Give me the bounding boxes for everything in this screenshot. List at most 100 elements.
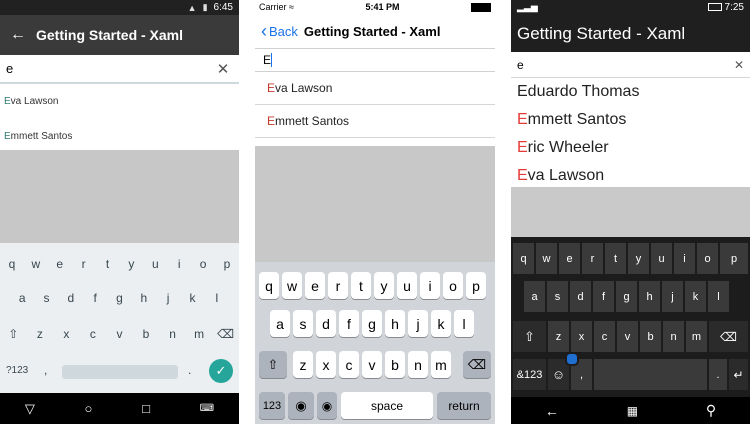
key-p[interactable]: p (217, 257, 237, 271)
key-v[interactable]: v (617, 321, 638, 352)
key-e[interactable]: e (559, 243, 580, 274)
space-key[interactable] (594, 359, 707, 390)
key-d[interactable]: d (61, 291, 81, 305)
space-key[interactable] (62, 365, 178, 379)
key-a[interactable]: a (524, 281, 545, 312)
key-z[interactable]: z (30, 327, 50, 341)
space-key[interactable]: space (341, 392, 433, 419)
key-t[interactable]: t (605, 243, 626, 274)
key-h[interactable]: h (639, 281, 660, 312)
key-m[interactable]: m (686, 321, 707, 352)
key-comma[interactable]: , (44, 363, 47, 377)
key-l[interactable]: l (454, 310, 474, 337)
clear-icon[interactable]: ✕ (734, 58, 744, 72)
back-arrow-icon[interactable]: ← (0, 26, 36, 44)
key-l[interactable]: l (708, 281, 729, 312)
ios-search-input[interactable]: E (255, 49, 495, 72)
key-l[interactable]: l (207, 291, 227, 305)
key-q[interactable]: q (259, 272, 279, 299)
key-u[interactable]: u (651, 243, 672, 274)
key-n[interactable]: n (408, 351, 428, 378)
key-k[interactable]: k (685, 281, 706, 312)
key-f[interactable]: f (85, 291, 105, 305)
key-s[interactable]: s (547, 281, 568, 312)
list-item[interactable]: Emmett Santos (255, 105, 495, 138)
key-c[interactable]: c (594, 321, 615, 352)
key-e[interactable]: e (50, 257, 70, 271)
keyboard-icon[interactable]: ⌨ (200, 403, 214, 414)
key-v[interactable]: v (109, 327, 129, 341)
enter-check-icon[interactable]: ✓ (209, 359, 233, 383)
key-y[interactable]: y (374, 272, 394, 299)
key-i[interactable]: i (674, 243, 695, 274)
key-o[interactable]: o (443, 272, 463, 299)
key-r[interactable]: r (74, 257, 94, 271)
key-z[interactable]: z (548, 321, 569, 352)
return-key[interactable]: return (437, 392, 491, 419)
key-x[interactable]: x (56, 327, 76, 341)
search-icon[interactable]: ⚲ (706, 402, 716, 419)
key-g[interactable]: g (616, 281, 637, 312)
back-button[interactable]: ‹ Back (255, 22, 298, 40)
key-e[interactable]: e (305, 272, 325, 299)
cursor-control-icon[interactable] (565, 352, 579, 366)
key-w[interactable]: w (26, 257, 46, 271)
key-a[interactable]: a (270, 310, 290, 337)
key-v[interactable]: v (362, 351, 382, 378)
key-u[interactable]: u (145, 257, 165, 271)
key-x[interactable]: x (571, 321, 592, 352)
key-symbols[interactable]: ?123 (6, 365, 28, 376)
list-item[interactable]: Emmett Santos (0, 119, 239, 154)
backspace-icon[interactable]: ⌫ (463, 351, 491, 378)
key-o[interactable]: o (697, 243, 718, 274)
list-item[interactable]: Eva Lawson (255, 72, 495, 105)
windows-search-input[interactable]: e ✕ (511, 53, 750, 78)
key-t[interactable]: t (98, 257, 118, 271)
key-o[interactable]: o (193, 257, 213, 271)
key-q[interactable]: q (513, 243, 534, 274)
key-x[interactable]: x (316, 351, 336, 378)
key-b[interactable]: b (136, 327, 156, 341)
key-c[interactable]: c (339, 351, 359, 378)
key-n[interactable]: n (163, 327, 183, 341)
key-p[interactable]: p (466, 272, 486, 299)
key-u[interactable]: u (397, 272, 417, 299)
key-j[interactable]: j (158, 291, 178, 305)
key-f[interactable]: f (593, 281, 614, 312)
shift-key-icon[interactable]: ⇧ (259, 351, 287, 378)
key-h[interactable]: h (385, 310, 405, 337)
key-g[interactable]: g (362, 310, 382, 337)
key-r[interactable]: r (328, 272, 348, 299)
list-item[interactable]: Eva Lawson (0, 84, 239, 119)
key-period[interactable]: . (709, 359, 727, 390)
key-b[interactable]: b (640, 321, 661, 352)
key-m[interactable]: m (189, 327, 209, 341)
list-item[interactable]: Eduardo Thomas (511, 78, 750, 106)
backspace-icon[interactable]: ⌫ (216, 327, 236, 341)
key-k[interactable]: k (182, 291, 202, 305)
key-period[interactable]: . (188, 363, 191, 377)
key-y[interactable]: y (121, 257, 141, 271)
key-w[interactable]: w (536, 243, 557, 274)
windows-logo-icon[interactable]: ▦ (627, 404, 638, 418)
key-q[interactable]: q (2, 257, 22, 271)
key-p[interactable]: p (720, 243, 748, 274)
key-s[interactable]: s (36, 291, 56, 305)
key-g[interactable]: g (109, 291, 129, 305)
globe-icon[interactable]: ◉ (288, 392, 314, 419)
key-d[interactable]: d (570, 281, 591, 312)
list-item[interactable]: Emmett Santos (511, 106, 750, 134)
key-symbols[interactable]: &123 (513, 359, 546, 390)
back-triangle-icon[interactable]: ▽ (25, 401, 35, 417)
key-c[interactable]: c (83, 327, 103, 341)
key-numbers[interactable]: 123 (259, 392, 285, 419)
back-arrow-icon[interactable]: ← (545, 403, 559, 419)
key-b[interactable]: b (385, 351, 405, 378)
android-search-input[interactable]: e ✕ (0, 55, 239, 84)
key-i[interactable]: i (420, 272, 440, 299)
key-n[interactable]: n (663, 321, 684, 352)
shift-key-icon[interactable]: ⇧ (513, 321, 546, 352)
key-j[interactable]: j (408, 310, 428, 337)
list-item[interactable]: Eric Wheeler (511, 134, 750, 162)
backspace-icon[interactable]: ⌫ (709, 321, 748, 352)
